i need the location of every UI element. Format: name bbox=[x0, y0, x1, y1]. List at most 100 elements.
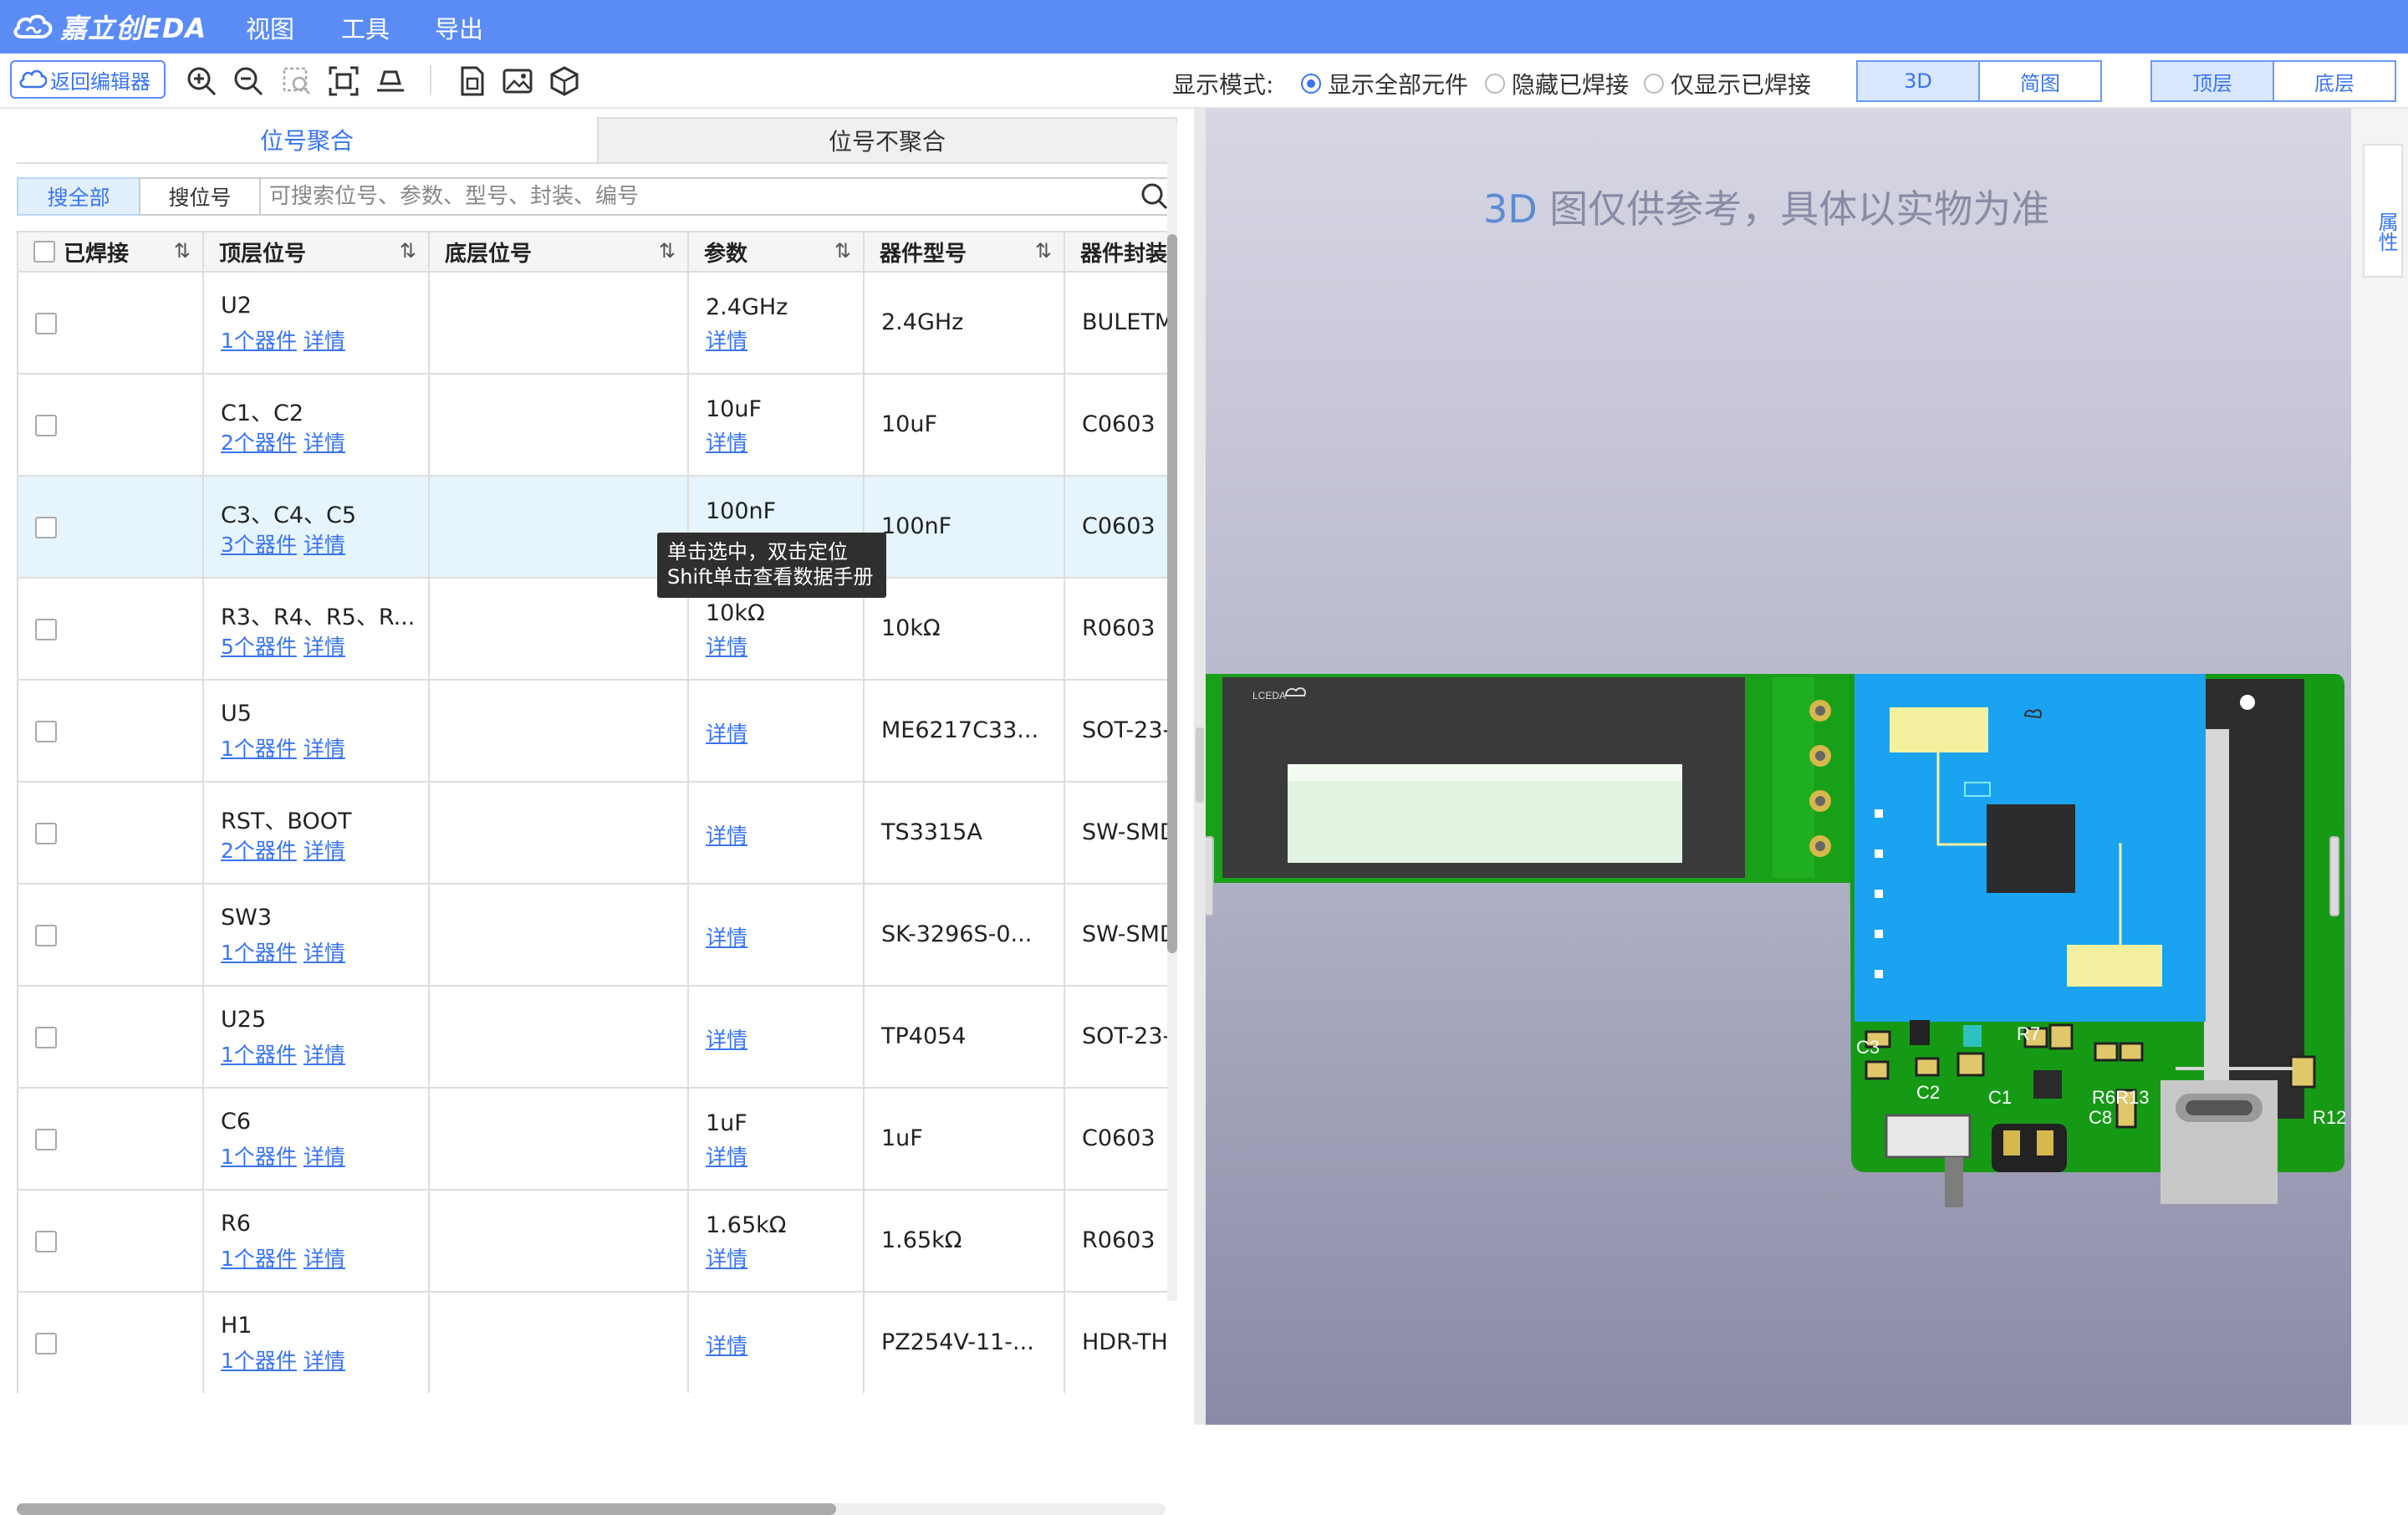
zoom-in-icon[interactable] bbox=[186, 65, 217, 97]
component-count-link[interactable]: 1个器件 bbox=[221, 1145, 297, 1169]
param-detail-link[interactable]: 详情 bbox=[706, 630, 747, 661]
row-checkbox[interactable] bbox=[35, 1231, 57, 1252]
menu-export[interactable]: 导出 bbox=[435, 10, 483, 45]
component-count-link[interactable]: 1个器件 bbox=[221, 1247, 297, 1271]
component-count-link[interactable]: 1个器件 bbox=[221, 1349, 297, 1373]
row-checkbox[interactable] bbox=[35, 1333, 57, 1354]
table-row[interactable]: R3、R4、R5、R... 5个器件 详情 10kΩ 详情 10kΩ R0603 bbox=[18, 579, 1167, 681]
search-input[interactable] bbox=[259, 177, 1177, 216]
bom-file-icon[interactable] bbox=[457, 65, 488, 97]
ref-detail-link[interactable]: 详情 bbox=[304, 635, 345, 659]
col-param[interactable]: 参数 ⇅ bbox=[689, 232, 865, 271]
ref-detail-link[interactable]: 详情 bbox=[304, 1043, 345, 1067]
table-row[interactable]: H1 1个器件 详情 详情 PZ254V-11-... HDR-TH bbox=[18, 1293, 1167, 1393]
component-count-link[interactable]: 2个器件 bbox=[221, 839, 297, 863]
pcb-3d-model[interactable]: C3 C2 C1 R7 R6R13 C8 R12 LCEDA bbox=[1206, 109, 2351, 1425]
pcb-3d-viewer[interactable]: 3D 图仅供参考，具体以实物为准 C3 C2 C1 R7 R6R13 C8 R1… bbox=[1206, 109, 2351, 1425]
image-export-icon[interactable] bbox=[502, 65, 533, 97]
sort-icon[interactable]: ⇅ bbox=[174, 239, 191, 263]
ref-detail-link[interactable]: 详情 bbox=[304, 431, 345, 455]
ref-detail-link[interactable]: 详情 bbox=[304, 329, 345, 353]
flip-board-icon[interactable] bbox=[375, 65, 406, 97]
vertical-scrollbar[interactable] bbox=[1167, 234, 1177, 953]
component-count-link[interactable]: 2个器件 bbox=[221, 431, 297, 455]
table-row[interactable]: C1、C2 2个器件 详情 10uF 详情 10uF C0603 bbox=[18, 375, 1167, 477]
viewer-right-handle[interactable] bbox=[2329, 836, 2339, 916]
component-count-link[interactable]: 1个器件 bbox=[221, 941, 297, 965]
row-checkbox[interactable] bbox=[35, 517, 57, 538]
viewer-left-handle[interactable] bbox=[1206, 836, 1214, 916]
component-count-link[interactable]: 3个器件 bbox=[221, 533, 297, 557]
col-package[interactable]: 器件封装 bbox=[1065, 232, 1167, 271]
row-checkbox[interactable] bbox=[35, 1027, 57, 1048]
search-ref-button[interactable]: 搜位号 bbox=[139, 177, 261, 216]
table-row[interactable]: C3、C4、C53个器件详情 100nF 详情 100nF C0603 bbox=[18, 477, 1167, 579]
ref-detail-link[interactable]: 详情 bbox=[304, 737, 345, 761]
param-detail-link[interactable]: 详情 bbox=[706, 1140, 747, 1171]
param-detail-link[interactable]: 详情 bbox=[706, 819, 747, 849]
col-soldered[interactable]: 已焊接 ⇅ bbox=[18, 232, 204, 271]
param-detail-link[interactable]: 详情 bbox=[706, 426, 747, 457]
fit-view-icon[interactable] bbox=[328, 65, 360, 97]
zoom-out-icon[interactable] bbox=[232, 65, 264, 97]
param-detail-link[interactable]: 详情 bbox=[706, 921, 747, 951]
layer-top-button[interactable]: 顶层 bbox=[2152, 62, 2273, 100]
component-count-link[interactable]: 5个器件 bbox=[221, 635, 297, 659]
horizontal-scrollbar[interactable] bbox=[17, 1503, 836, 1515]
row-checkbox[interactable] bbox=[35, 313, 57, 334]
table-row[interactable]: U2 1个器件 详情 2.4GHz 详情 2.4GHz BULETM bbox=[18, 273, 1167, 375]
app-logo[interactable]: 嘉立创EDA bbox=[12, 7, 207, 47]
search-icon[interactable] bbox=[1140, 182, 1169, 211]
row-checkbox[interactable] bbox=[35, 823, 57, 844]
property-tab[interactable]: 属性 bbox=[2363, 144, 2403, 278]
row-checkbox[interactable] bbox=[35, 1129, 57, 1150]
table-row[interactable]: RST、BOOT2个器件详情详情TS3315ASW-SMD bbox=[18, 783, 1167, 885]
sort-icon[interactable]: ⇅ bbox=[400, 239, 416, 263]
layer-bottom-button[interactable]: 底层 bbox=[2274, 62, 2395, 100]
param-detail-link[interactable]: 详情 bbox=[706, 1242, 747, 1273]
table-row[interactable]: SW31个器件详情详情SK-3296S-0...SW-SMD bbox=[18, 885, 1167, 987]
select-all-checkbox[interactable] bbox=[33, 241, 55, 263]
component-count-link[interactable]: 1个器件 bbox=[221, 329, 297, 353]
param-detail-link[interactable]: 详情 bbox=[706, 324, 747, 355]
col-top-ref[interactable]: 顶层位号 ⇅ bbox=[204, 232, 430, 271]
row-checkbox[interactable] bbox=[35, 619, 57, 640]
search-all-button[interactable]: 搜全部 bbox=[17, 177, 140, 216]
tab-group-refs[interactable]: 位号聚合 bbox=[17, 117, 597, 164]
menu-view[interactable]: 视图 bbox=[246, 10, 294, 45]
tab-ungroup-refs[interactable]: 位号不聚合 bbox=[597, 117, 1177, 164]
back-to-editor-button[interactable]: 返回编辑器 bbox=[10, 60, 166, 99]
component-count-link[interactable]: 1个器件 bbox=[221, 737, 297, 761]
table-row[interactable]: U25 1个器件 详情 详情 TP4054 SOT-23- bbox=[18, 987, 1167, 1089]
view-sketch-button[interactable]: 简图 bbox=[1980, 62, 2100, 100]
row-checkbox[interactable] bbox=[35, 415, 57, 436]
ref-detail-link[interactable]: 详情 bbox=[304, 1145, 345, 1169]
table-row[interactable]: C6 1个器件 详情 1uF 详情 1uF C0603 bbox=[18, 1089, 1167, 1191]
sort-icon[interactable]: ⇅ bbox=[834, 239, 851, 263]
ref-detail-link[interactable]: 详情 bbox=[304, 941, 345, 965]
col-model[interactable]: 器件型号 ⇅ bbox=[865, 232, 1065, 271]
view-3d-button[interactable]: 3D bbox=[1858, 62, 1978, 100]
radio-only-soldered[interactable]: 仅显示已焊接 bbox=[1644, 67, 1811, 100]
row-checkbox[interactable] bbox=[35, 925, 57, 946]
ref-detail-link[interactable]: 详情 bbox=[304, 1349, 345, 1373]
ref-detail-link[interactable]: 详情 bbox=[304, 533, 345, 557]
table-row[interactable]: U5 1个器件 详情 详情 ME6217C33... SOT-23- bbox=[18, 681, 1167, 783]
col-bottom-ref[interactable]: 底层位号 ⇅ bbox=[430, 232, 689, 271]
component-count-link[interactable]: 1个器件 bbox=[221, 1043, 297, 1067]
sort-icon[interactable]: ⇅ bbox=[1035, 239, 1052, 263]
ref-detail-link[interactable]: 详情 bbox=[304, 1247, 345, 1271]
row-checkbox[interactable] bbox=[35, 721, 57, 742]
radio-hide-soldered[interactable]: 隐藏已焊接 bbox=[1485, 67, 1629, 100]
model-3d-icon[interactable] bbox=[548, 65, 580, 97]
param-detail-link[interactable]: 详情 bbox=[706, 1023, 747, 1053]
splitter-handle[interactable] bbox=[1196, 727, 1204, 803]
table-row[interactable]: R6 1个器件 详情 1.65kΩ 详情 1.65kΩ R0603 bbox=[18, 1191, 1167, 1293]
menu-tools[interactable]: 工具 bbox=[341, 10, 390, 45]
radio-show-all[interactable]: 显示全部元件 bbox=[1301, 67, 1468, 100]
param-detail-link[interactable]: 详情 bbox=[706, 1329, 747, 1359]
sort-icon[interactable]: ⇅ bbox=[659, 239, 676, 263]
param-detail-link[interactable]: 详情 bbox=[706, 717, 747, 747]
zoom-area-icon[interactable] bbox=[281, 65, 313, 97]
ref-detail-link[interactable]: 详情 bbox=[304, 839, 345, 863]
